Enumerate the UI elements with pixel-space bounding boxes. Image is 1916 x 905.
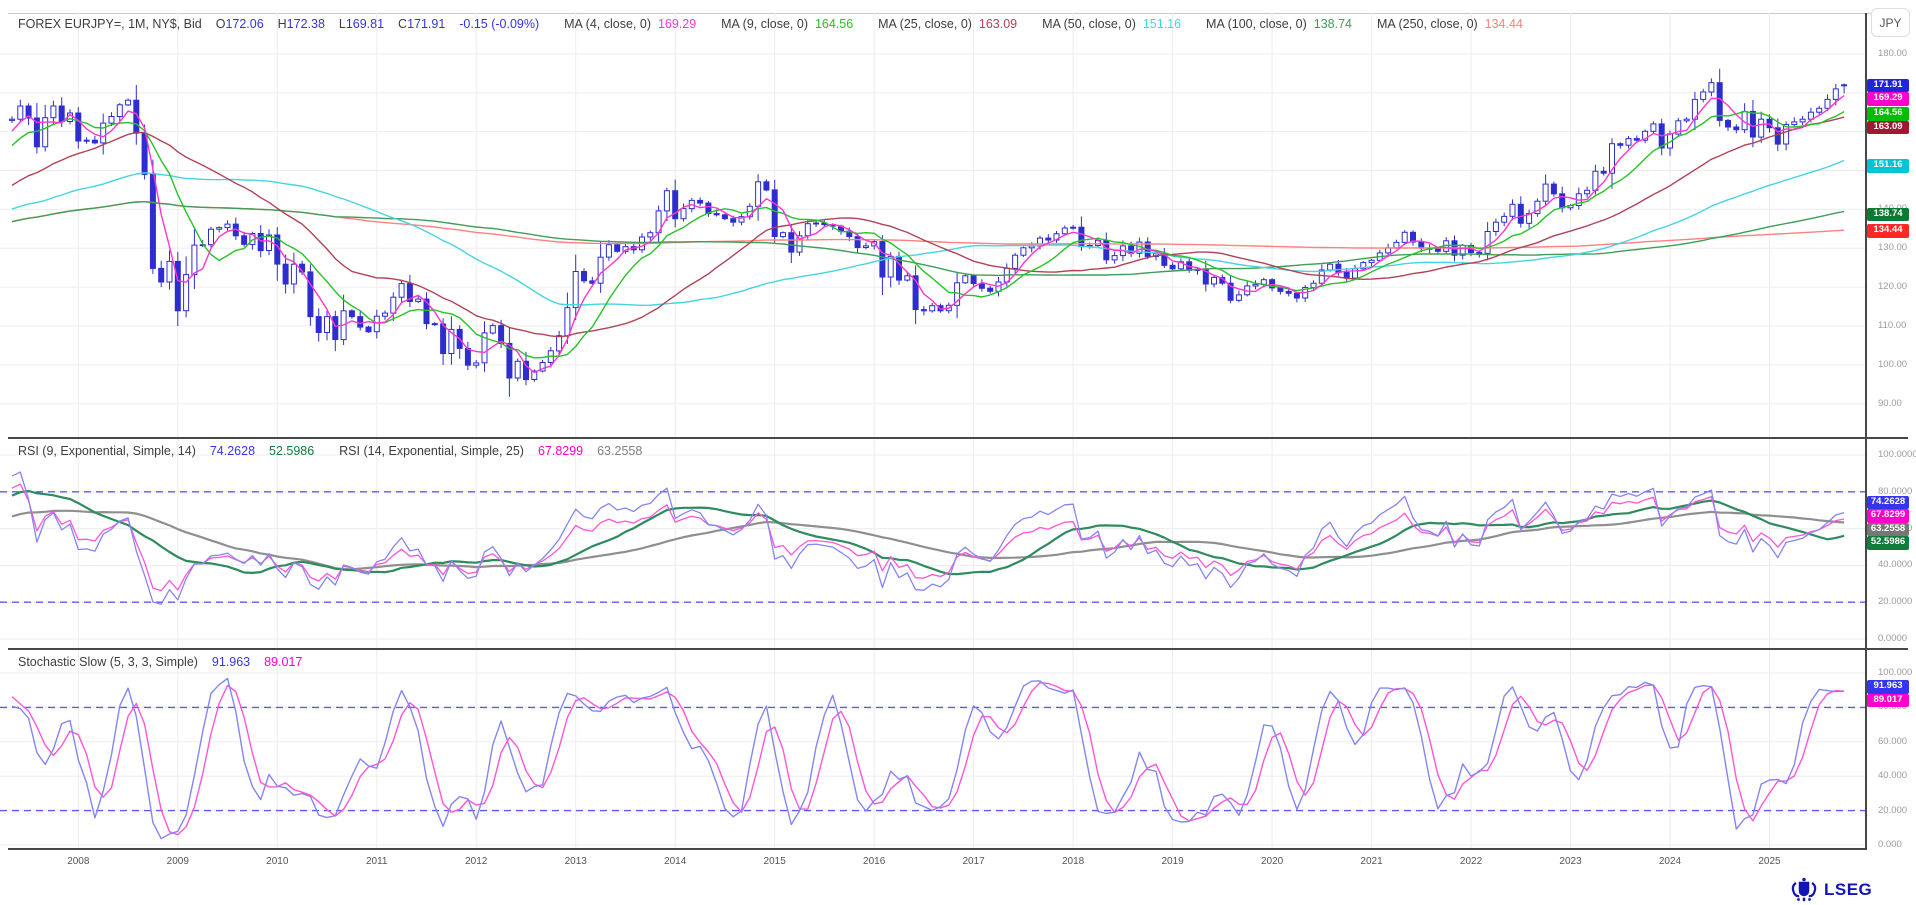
instrument-title: FOREX EURJPY=, 1M, NY$, Bid (18, 17, 202, 31)
time-axis-line (8, 848, 1866, 850)
axis-tick-label: 20.000 (1878, 805, 1907, 816)
axis-tick-label: 100.0000 (1878, 449, 1916, 460)
close-value: 171.91 (407, 17, 445, 31)
lseg-logo-text: LSEG (1824, 880, 1872, 900)
ma9-legend: MA (9, close, 0) 164.56 (721, 17, 853, 31)
stoch-k-value: 91.963 (212, 655, 250, 669)
year-label: 2025 (1752, 856, 1786, 867)
axis-tick-label: 0.000 (1878, 839, 1902, 850)
year-label: 2011 (360, 856, 394, 867)
year-label: 2021 (1355, 856, 1389, 867)
close-field: C171.91 (398, 17, 445, 31)
year-label: 2012 (459, 856, 493, 867)
value-badge: 67.8299 (1867, 509, 1909, 523)
ma50-legend: MA (50, close, 0) 151.16 (1042, 17, 1181, 31)
price-chart-canvas[interactable] (0, 13, 1866, 437)
year-label: 2015 (758, 856, 792, 867)
ma25-legend: MA (25, close, 0) 163.09 (878, 17, 1017, 31)
year-label: 2014 (658, 856, 692, 867)
lseg-logo: LSEG (1789, 877, 1872, 903)
stochastic-legend: Stochastic Slow (5, 3, 3, Simple) 91.963… (18, 655, 302, 669)
value-badge: 89.017 (1867, 694, 1909, 708)
high-field: H172.38 (278, 17, 325, 31)
year-label: 2008 (61, 856, 95, 867)
value-badge: 91.963 (1867, 680, 1909, 694)
rsi-legend: RSI (9, Exponential, Simple, 14) 74.2628… (18, 444, 642, 458)
year-label: 2013 (559, 856, 593, 867)
stochastic-chart-canvas[interactable] (0, 650, 1866, 848)
stoch-d-value: 89.017 (264, 655, 302, 669)
open-field: O172.06 (216, 17, 264, 31)
year-label: 2020 (1255, 856, 1289, 867)
axis-tick-label: 20.0000 (1878, 596, 1912, 607)
change-value: -0.15 (-0.09%) (459, 17, 539, 31)
axis-tick-label: 60.000 (1878, 736, 1907, 747)
rsi2-label: RSI (14, Exponential, Simple, 25) (339, 444, 524, 458)
rsi-chart-canvas[interactable] (0, 439, 1866, 648)
axis-tick-label: 110.00 (1878, 320, 1906, 331)
ma250-legend: MA (250, close, 0) 134.44 (1377, 17, 1523, 31)
value-badge: 164.56 (1867, 107, 1909, 121)
axis-tick-label: 90.00 (1878, 398, 1902, 409)
year-label: 2019 (1156, 856, 1190, 867)
value-badge: 134.44 (1867, 224, 1909, 238)
axis-tick-label: 100.00 (1878, 359, 1907, 370)
year-label: 2010 (260, 856, 294, 867)
value-badge: 163.09 (1867, 121, 1909, 135)
panel-separator[interactable] (8, 437, 1908, 439)
rsi1-value: 74.2628 (210, 444, 255, 458)
value-badge: 171.91 (1867, 79, 1909, 93)
year-label: 2023 (1554, 856, 1588, 867)
axis-tick-label: 40.000 (1878, 770, 1907, 781)
value-badge: 52.5986 (1867, 536, 1909, 550)
value-badge: 74.2628 (1867, 496, 1909, 510)
open-value: 172.06 (225, 17, 263, 31)
lseg-crest-icon (1789, 877, 1819, 903)
year-label: 2022 (1454, 856, 1488, 867)
year-label: 2009 (161, 856, 195, 867)
chart-app: FOREX EURJPY=, 1M, NY$, Bid O172.06 H172… (0, 0, 1916, 905)
ma100-legend: MA (100, close, 0) 138.74 (1206, 17, 1352, 31)
axis-tick-label: 100.000 (1878, 667, 1912, 678)
rsi2-signal-value: 63.2558 (597, 444, 642, 458)
main-chart-legend: FOREX EURJPY=, 1M, NY$, Bid O172.06 H172… (18, 17, 1523, 31)
value-badge: 169.29 (1867, 92, 1909, 106)
axis-tick-label: 120.00 (1878, 281, 1907, 292)
axis-tick-label: 180.00 (1878, 48, 1907, 59)
high-value: 172.38 (287, 17, 325, 31)
year-label: 2016 (857, 856, 891, 867)
currency-label: JPY (1879, 16, 1901, 30)
rsi2-value: 67.8299 (538, 444, 583, 458)
low-field: L169.81 (339, 17, 384, 31)
currency-selector[interactable]: JPY (1871, 8, 1910, 37)
rsi1-label: RSI (9, Exponential, Simple, 14) (18, 444, 196, 458)
stoch-label: Stochastic Slow (5, 3, 3, Simple) (18, 655, 198, 669)
value-badge: 151.16 (1867, 159, 1909, 173)
rsi1-signal-value: 52.5986 (269, 444, 314, 458)
axis-tick-label: 0.0000 (1878, 633, 1907, 644)
ma4-legend: MA (4, close, 0) 169.29 (564, 17, 696, 31)
price-axis-line (1865, 13, 1867, 850)
panel-separator[interactable] (8, 648, 1908, 650)
axis-tick-label: 40.0000 (1878, 559, 1912, 570)
year-label: 2018 (1056, 856, 1090, 867)
year-label: 2017 (957, 856, 991, 867)
value-badge: 138.74 (1867, 208, 1909, 222)
axis-tick-label: 130.00 (1878, 242, 1907, 253)
low-value: 169.81 (346, 17, 384, 31)
year-label: 2024 (1653, 856, 1687, 867)
value-badge: 63.2558 (1867, 523, 1909, 537)
